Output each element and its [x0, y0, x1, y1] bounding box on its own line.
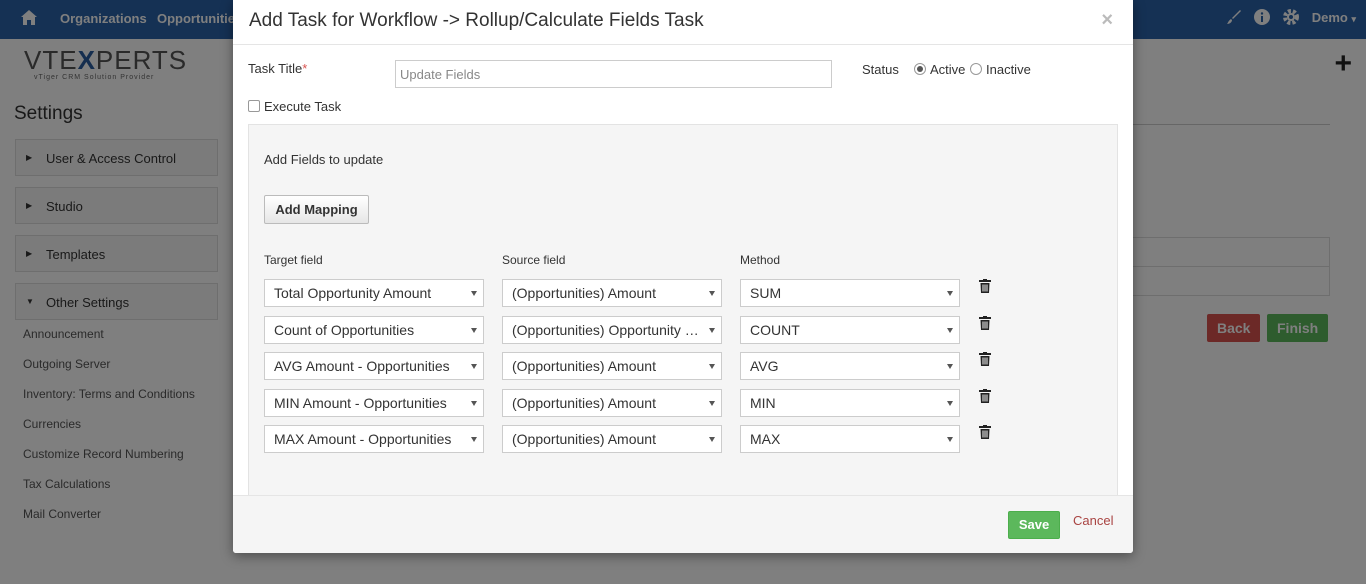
caret-down-icon: [709, 364, 715, 369]
modal-title: Add Task for Workflow -> Rollup/Calculat…: [249, 10, 704, 31]
target-field-select[interactable]: AVG Amount - Opportunities: [264, 352, 484, 380]
add-task-modal: Add Task for Workflow -> Rollup/Calculat…: [233, 0, 1133, 553]
trash-icon[interactable]: [979, 425, 991, 439]
status-active-label: Active: [930, 62, 966, 77]
trash-icon[interactable]: [979, 316, 991, 330]
method-select[interactable]: AVG: [740, 352, 960, 380]
task-title-input[interactable]: [395, 60, 832, 88]
caret-down-icon: [709, 291, 715, 296]
source-field-select[interactable]: (Opportunities) Amount: [502, 352, 722, 380]
method-select[interactable]: MAX: [740, 425, 960, 453]
target-field-select[interactable]: Total Opportunity Amount: [264, 279, 484, 307]
source-field-select[interactable]: (Opportunities) Amount: [502, 279, 722, 307]
field-mapping-panel: Add Fields to update Add Mapping Target …: [248, 124, 1118, 496]
modal-header: Add Task for Workflow -> Rollup/Calculat…: [233, 0, 1133, 45]
caret-down-icon: [471, 328, 477, 333]
cancel-link[interactable]: Cancel: [1073, 513, 1113, 528]
source-field-header: Source field: [502, 253, 566, 267]
status-inactive-label: Inactive: [986, 62, 1031, 77]
caret-down-icon: [947, 437, 953, 442]
trash-icon[interactable]: [979, 279, 991, 293]
add-mapping-button[interactable]: Add Mapping: [264, 195, 369, 224]
method-header: Method: [740, 253, 781, 267]
target-field-select[interactable]: MAX Amount - Opportunities: [264, 425, 484, 453]
method-select[interactable]: COUNT: [740, 316, 960, 344]
execute-task-label: Execute Task: [264, 99, 342, 114]
status-active-radio[interactable]: [914, 63, 926, 75]
status-label: Status: [862, 62, 899, 77]
caret-down-icon: [709, 328, 715, 333]
trash-icon[interactable]: [979, 389, 991, 403]
caret-down-icon: [471, 437, 477, 442]
caret-down-icon: [947, 401, 953, 406]
method-select[interactable]: MIN: [740, 389, 960, 417]
caret-down-icon: [709, 437, 715, 442]
caret-down-icon: [947, 364, 953, 369]
source-field-select[interactable]: (Opportunities) Amount: [502, 425, 722, 453]
source-field-select[interactable]: (Opportunities) Opportunity Name: [502, 316, 722, 344]
target-field-header: Target field: [264, 253, 323, 267]
source-field-select[interactable]: (Opportunities) Amount: [502, 389, 722, 417]
caret-down-icon: [947, 291, 953, 296]
method-select[interactable]: SUM: [740, 279, 960, 307]
close-icon[interactable]: ×: [1101, 9, 1113, 32]
caret-down-icon: [471, 401, 477, 406]
trash-icon[interactable]: [979, 352, 991, 366]
section-title: Add Fields to update: [264, 152, 384, 167]
caret-down-icon: [947, 328, 953, 333]
caret-down-icon: [471, 364, 477, 369]
save-button[interactable]: Save: [1008, 511, 1060, 539]
target-field-select[interactable]: MIN Amount - Opportunities: [264, 389, 484, 417]
modal-footer: Save Cancel: [233, 495, 1133, 553]
status-inactive-radio[interactable]: [970, 63, 982, 75]
task-title-label: Task Title*: [248, 61, 308, 76]
target-field-select[interactable]: Count of Opportunities: [264, 316, 484, 344]
caret-down-icon: [709, 401, 715, 406]
execute-task-checkbox[interactable]: [248, 100, 260, 112]
caret-down-icon: [471, 291, 477, 296]
